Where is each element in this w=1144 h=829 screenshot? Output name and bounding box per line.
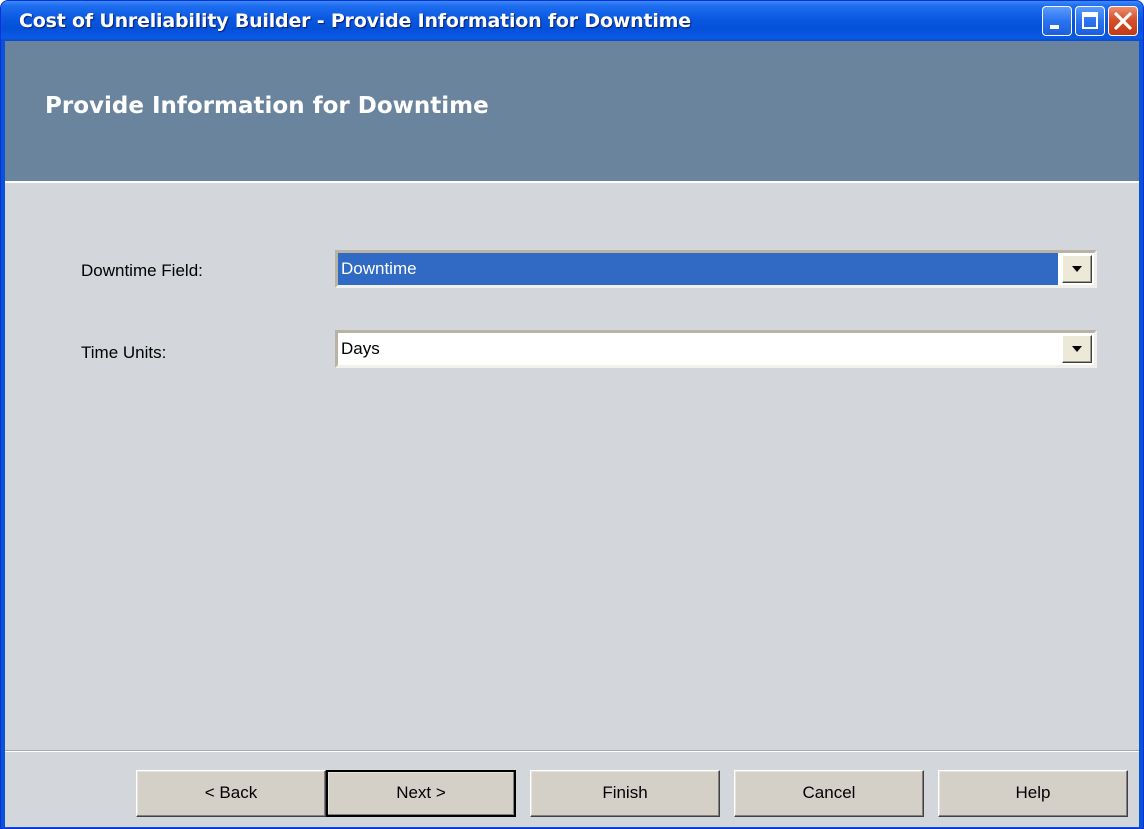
step-header: Provide Information for Downtime — [5, 41, 1139, 183]
downtime-field-label: Downtime Field: — [81, 261, 203, 280]
step-title: Provide Information for Downtime — [45, 93, 489, 119]
close-icon — [1114, 12, 1132, 30]
downtime-field-value[interactable]: Downtime — [338, 253, 1058, 285]
minimize-icon — [1050, 25, 1059, 29]
minimize-button[interactable] — [1042, 6, 1072, 36]
chevron-down-icon — [1072, 346, 1082, 352]
downtime-field-dropdown-button[interactable] — [1062, 255, 1092, 283]
wizard-window: Cost of Unreliability Builder - Provide … — [0, 0, 1144, 829]
help-button[interactable]: Help — [938, 770, 1128, 817]
chevron-down-icon — [1072, 266, 1082, 272]
title-bar[interactable]: Cost of Unreliability Builder - Provide … — [1, 1, 1143, 41]
time-units-label: Time Units: — [81, 343, 167, 362]
time-units-dropdown-button[interactable] — [1062, 335, 1092, 363]
maximize-button[interactable] — [1075, 6, 1105, 36]
next-button[interactable]: Next > — [326, 770, 516, 817]
close-button[interactable] — [1108, 6, 1138, 36]
finish-button[interactable]: Finish — [530, 770, 720, 817]
wizard-content: Provide Information for Downtime Downtim… — [5, 41, 1139, 827]
cancel-button[interactable]: Cancel — [734, 770, 924, 817]
time-units-combobox[interactable]: Days — [335, 330, 1097, 368]
back-button[interactable]: < Back — [136, 770, 326, 817]
downtime-field-combobox[interactable]: Downtime — [335, 250, 1097, 288]
window-title: Cost of Unreliability Builder - Provide … — [19, 10, 691, 32]
footer-divider — [5, 750, 1139, 752]
time-units-value[interactable]: Days — [338, 333, 1058, 365]
maximize-icon — [1082, 12, 1098, 29]
